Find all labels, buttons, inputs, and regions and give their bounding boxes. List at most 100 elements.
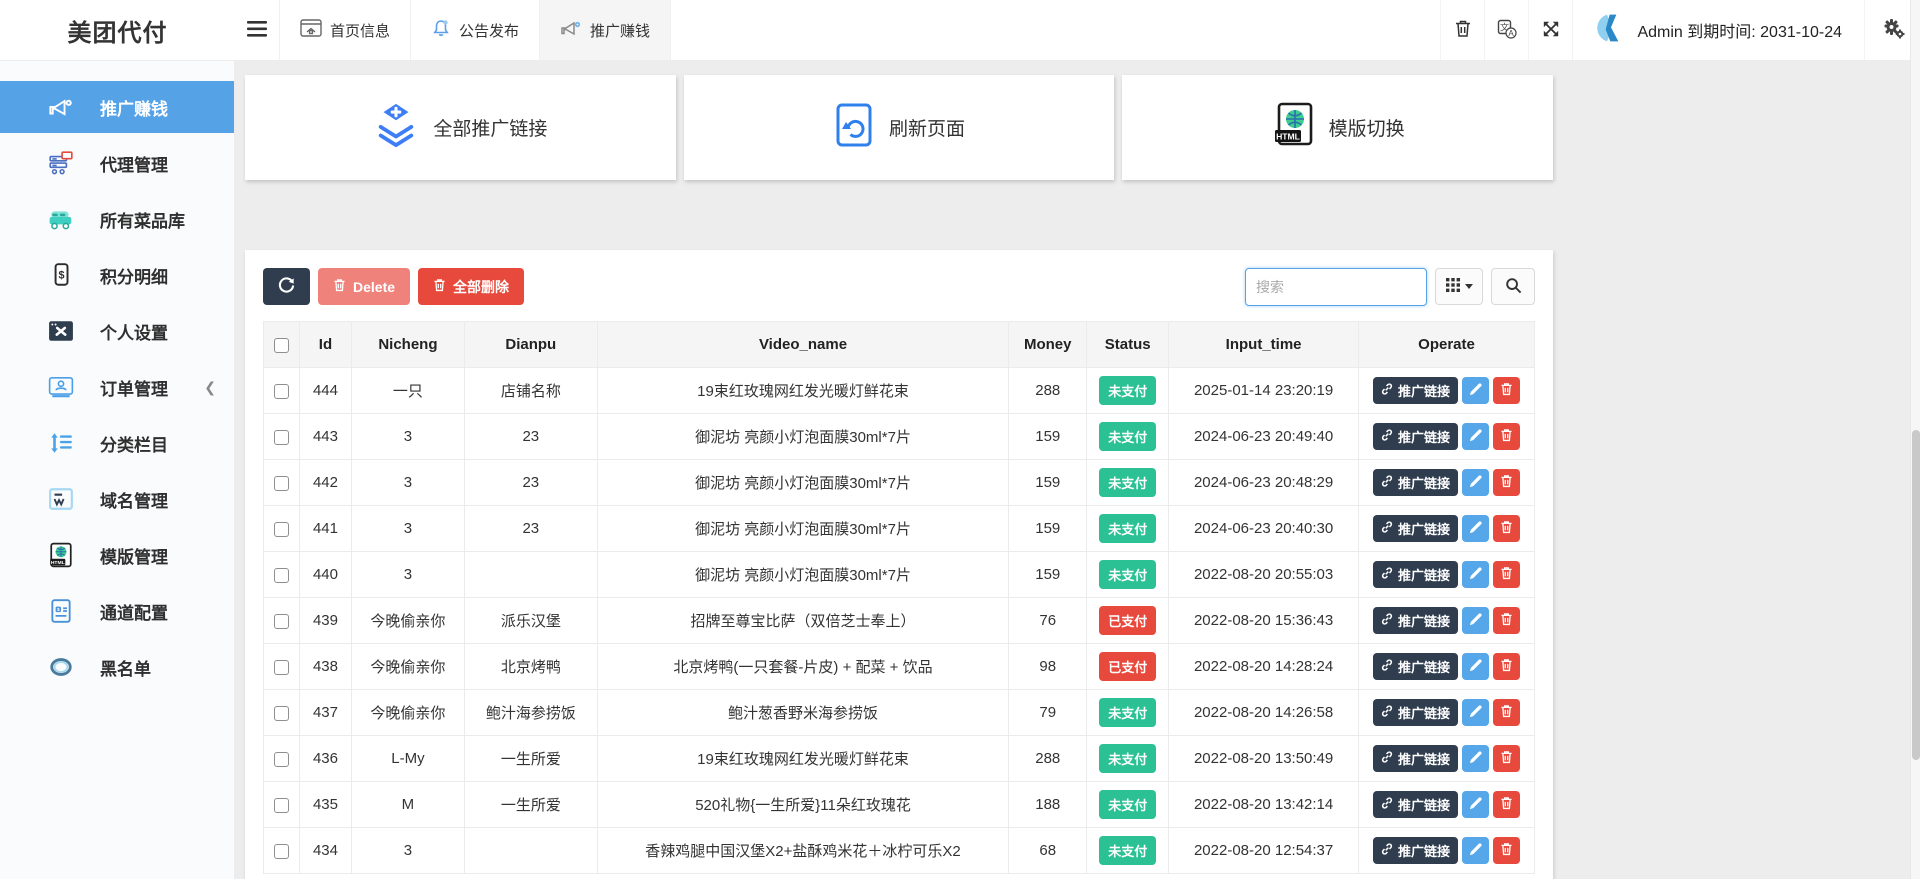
language-button[interactable]: 文 A — [1484, 0, 1528, 60]
all-promo-links-card[interactable]: 全部推广链接 — [245, 75, 676, 180]
promo-link-button[interactable]: 推广链接 — [1373, 607, 1459, 634]
promo-link-button[interactable]: 推广链接 — [1373, 469, 1459, 496]
edit-button[interactable] — [1462, 653, 1490, 680]
edit-button[interactable] — [1462, 607, 1490, 634]
tab-home-info[interactable]: 首页信息 — [279, 0, 411, 60]
edit-button[interactable] — [1462, 515, 1490, 542]
hamburger-icon — [247, 20, 267, 40]
sidebar-item-agent-management[interactable]: 代理管理 — [0, 137, 234, 189]
sidebar-item-promote-earn[interactable]: 推广赚钱 — [0, 81, 234, 133]
cell-nicheng: 一只 — [350, 367, 465, 414]
row-checkbox[interactable] — [273, 475, 289, 491]
status-badge: 已支付 — [1099, 652, 1157, 681]
edit-button[interactable] — [1462, 469, 1490, 496]
clear-trash-button[interactable] — [1440, 0, 1484, 60]
app-logo: 美团代付 — [67, 19, 168, 47]
promo-link-button[interactable]: 推广链接 — [1373, 377, 1459, 404]
table-panel: Delete 全部删除 搜索 Id Nicheng Dianpu Video_n… — [245, 250, 1553, 879]
delete-row-button[interactable] — [1493, 561, 1521, 588]
sidebar-item-points-detail[interactable]: $ 积分明细 — [0, 249, 234, 301]
admin-expire-text: Admin 到期时间: 2031-10-24 — [1637, 24, 1842, 41]
page-scrollbar[interactable] — [1910, 0, 1920, 879]
button-label: 推广链接 — [1398, 798, 1451, 813]
row-checkbox[interactable] — [273, 797, 289, 813]
delete-row-button[interactable] — [1493, 837, 1521, 864]
edit-button[interactable] — [1462, 791, 1490, 818]
cell-money: 98 — [1008, 643, 1088, 690]
delete-row-button[interactable] — [1493, 515, 1521, 542]
sidebar-item-blacklist[interactable]: 黑名单 — [0, 641, 234, 693]
promo-link-button[interactable]: 推广链接 — [1373, 515, 1459, 542]
edit-button[interactable] — [1462, 423, 1490, 450]
sidebar-item-all-dishes[interactable]: 所有菜品库 — [0, 193, 234, 245]
admin-info[interactable]: Admin 到期时间: 2031-10-24 — [1572, 0, 1864, 60]
sidebar-item-personal-settings[interactable]: 个人设置 — [0, 305, 234, 357]
column-header-operate: Operate — [1358, 321, 1535, 368]
promo-link-button[interactable]: 推广链接 — [1373, 699, 1459, 726]
promo-link-button[interactable]: 推广链接 — [1373, 837, 1459, 864]
delete-row-button[interactable] — [1493, 607, 1521, 634]
refresh-page-card[interactable]: 刷新页面 — [683, 75, 1115, 180]
tab-announcement[interactable]: 公告发布 — [410, 0, 540, 60]
row-checkbox[interactable] — [273, 659, 289, 675]
delete-row-button[interactable] — [1493, 423, 1521, 450]
row-checkbox[interactable] — [273, 843, 289, 859]
cell-video-name: 鲍汁葱香野米海参捞饭 — [596, 689, 1010, 736]
domain-window-icon — [48, 486, 74, 512]
search-input[interactable] — [1245, 267, 1427, 306]
bell-icon — [431, 18, 451, 42]
sidebar-item-category-columns[interactable]: 分类栏目 — [0, 417, 234, 469]
row-checkbox[interactable] — [273, 705, 289, 721]
select-all-checkbox[interactable] — [273, 337, 289, 353]
promo-link-button[interactable]: 推广链接 — [1373, 561, 1459, 588]
sidebar-item-order-management[interactable]: 订单管理 ❮ — [0, 361, 234, 413]
sidebar-item-template-management[interactable]: HTML 模版管理 — [0, 529, 234, 581]
delete-row-button[interactable] — [1493, 745, 1521, 772]
delete-row-button[interactable] — [1493, 377, 1521, 404]
promo-link-button[interactable]: 推广链接 — [1373, 745, 1459, 772]
sidebar-item-label: 推广赚钱 — [100, 99, 168, 119]
status-badge: 未支付 — [1099, 422, 1157, 451]
cell-money: 79 — [1008, 689, 1088, 736]
delete-row-button[interactable] — [1493, 469, 1521, 496]
row-checkbox[interactable] — [273, 613, 289, 629]
button-label: 推广链接 — [1398, 384, 1451, 399]
button-label: 推广链接 — [1398, 660, 1451, 675]
fullscreen-button[interactable] — [1528, 0, 1572, 60]
scrollbar-thumb[interactable] — [1912, 430, 1920, 760]
cell-nicheng: L-My — [350, 735, 465, 782]
row-checkbox[interactable] — [273, 429, 289, 445]
sidebar-item-channel-config[interactable]: $ 通道配置 — [0, 585, 234, 637]
edit-button[interactable] — [1462, 377, 1490, 404]
food-truck-icon — [48, 206, 74, 232]
tab-promote-earn[interactable]: 推广赚钱 — [539, 0, 672, 60]
sidebar-item-domain-management[interactable]: 域名管理 — [0, 473, 234, 525]
delete-all-button[interactable]: 全部删除 — [418, 268, 525, 305]
delete-row-button[interactable] — [1493, 699, 1521, 726]
cell-nicheng: 今晚偷亲你 — [350, 643, 465, 690]
link-icon — [1381, 383, 1393, 398]
row-checkbox[interactable] — [273, 383, 289, 399]
promo-link-button[interactable]: 推广链接 — [1373, 423, 1459, 450]
cell-money: 159 — [1008, 459, 1088, 506]
promo-link-button[interactable]: 推广链接 — [1373, 653, 1459, 680]
sidebar-toggle-button[interactable] — [235, 0, 279, 60]
edit-button[interactable] — [1462, 745, 1490, 772]
caret-down-icon — [1464, 284, 1473, 289]
search-icon — [1505, 277, 1522, 297]
delete-selected-button[interactable]: Delete — [318, 268, 411, 305]
row-checkbox[interactable] — [273, 521, 289, 537]
edit-button[interactable] — [1462, 699, 1490, 726]
search-button[interactable] — [1491, 268, 1535, 305]
delete-row-button[interactable] — [1493, 791, 1521, 818]
refresh-button[interactable] — [263, 268, 310, 305]
promo-link-button[interactable]: 推广链接 — [1373, 791, 1459, 818]
edit-button[interactable] — [1462, 561, 1490, 588]
cell-id: 435 — [298, 781, 352, 828]
edit-button[interactable] — [1462, 837, 1490, 864]
columns-toggle-button[interactable] — [1435, 268, 1483, 305]
template-switch-card[interactable]: HTML 模版切换 — [1122, 75, 1554, 180]
row-checkbox[interactable] — [273, 751, 289, 767]
delete-row-button[interactable] — [1493, 653, 1521, 680]
row-checkbox[interactable] — [273, 567, 289, 583]
